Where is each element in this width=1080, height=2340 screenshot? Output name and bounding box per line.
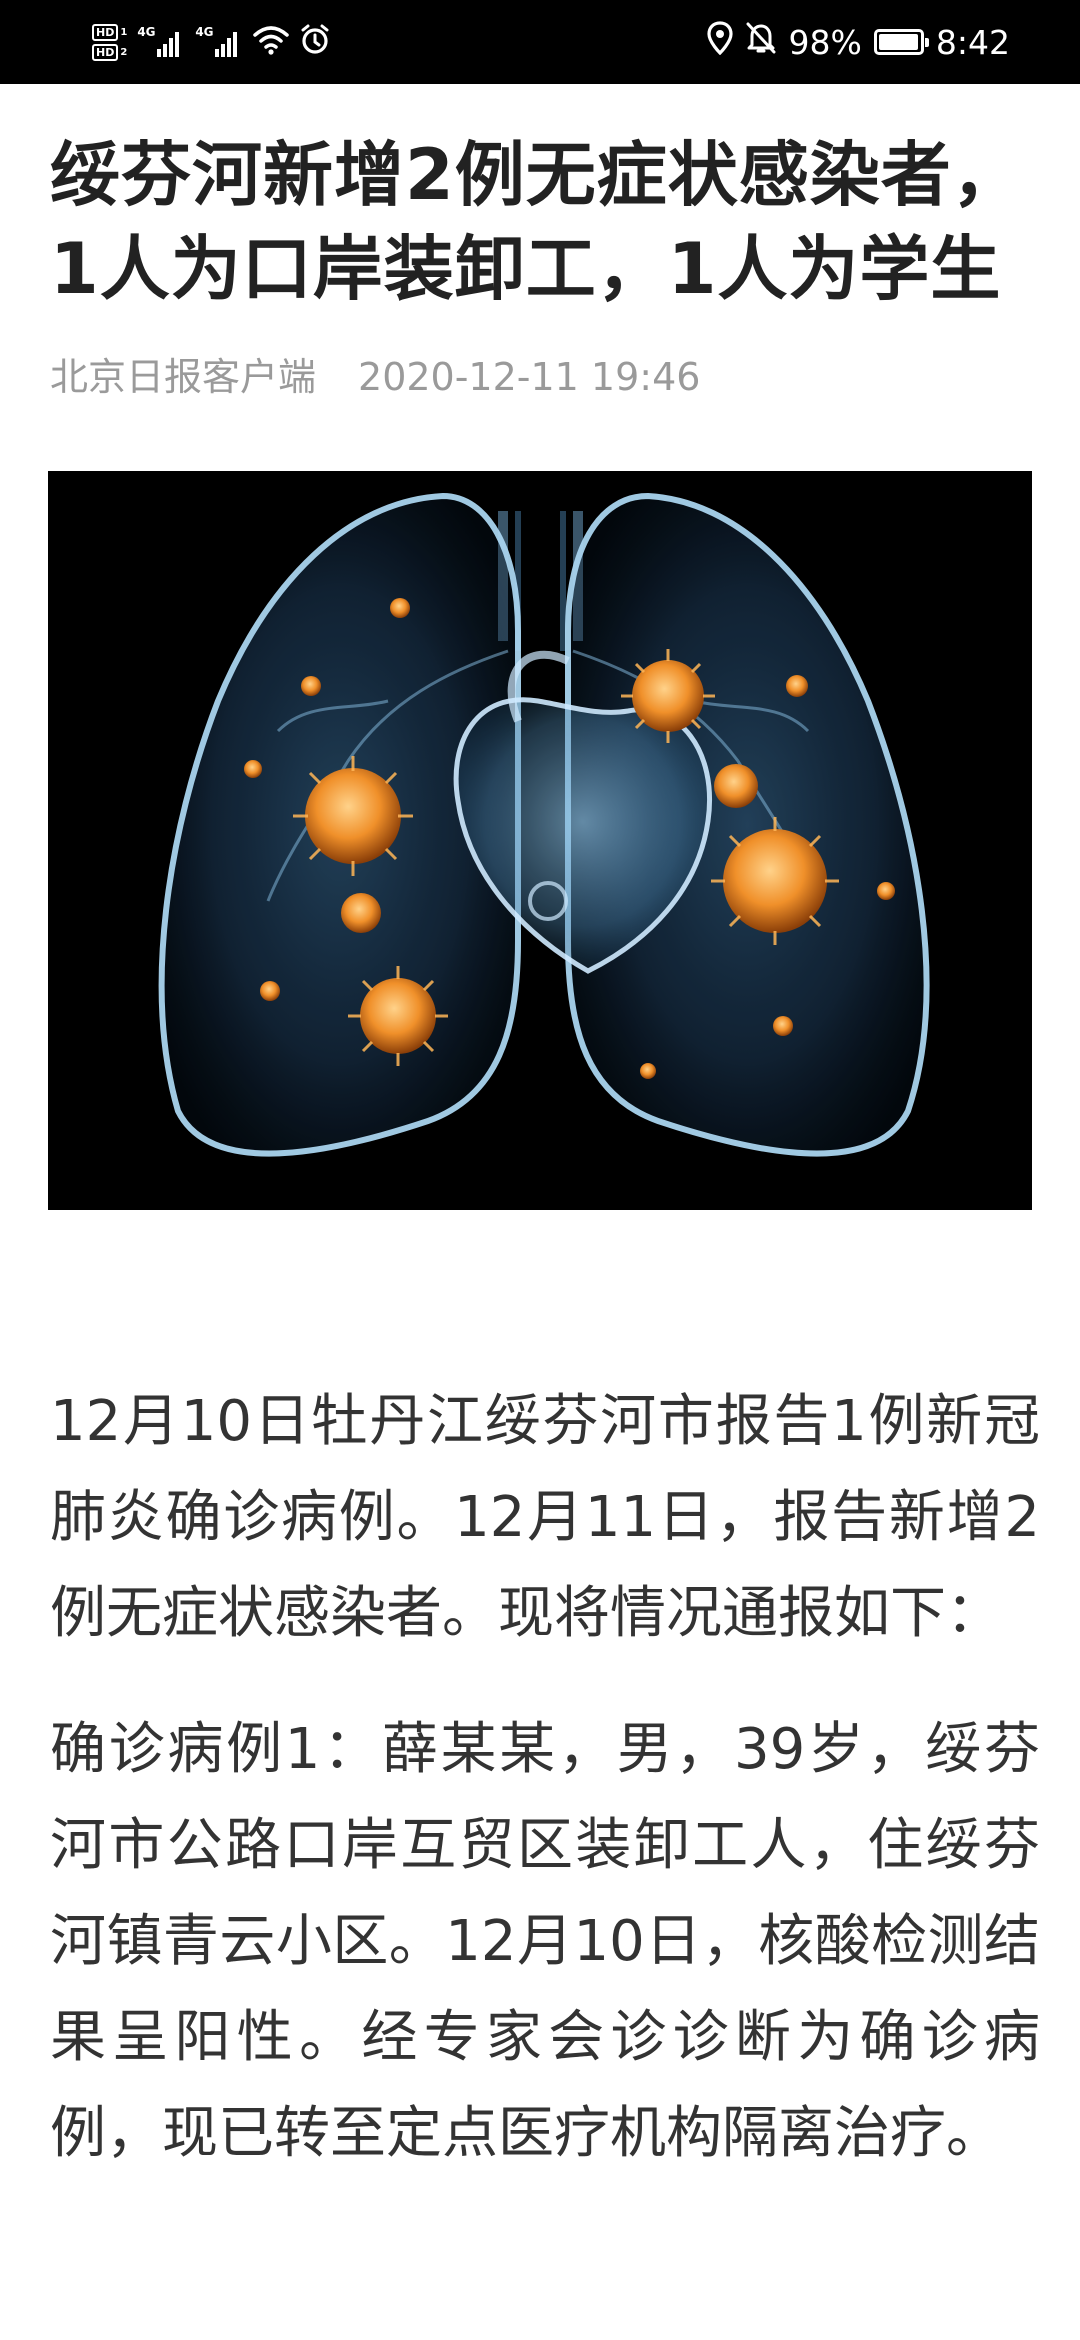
alarm-icon xyxy=(299,24,331,60)
battery-percent: 98% xyxy=(788,22,862,62)
article-title-line-1: 绥芬河新增2例无症状感染者， xyxy=(50,134,1023,216)
article-title: 绥芬河新增2例无症状感染者， 1人为口岸装卸工，1人为学生 xyxy=(50,128,1040,316)
hd-indicators: HD 1 HD 2 xyxy=(92,23,128,61)
article-meta: 北京日报客户端 2020-12-11 19:46 xyxy=(50,346,700,401)
battery-fill xyxy=(878,34,918,50)
lung-virus-illustration-icon xyxy=(48,471,1032,1210)
location-icon xyxy=(706,21,733,63)
battery-icon xyxy=(873,29,929,55)
wifi-icon xyxy=(253,25,290,59)
network-type-1: 4G xyxy=(137,25,156,39)
hd-label-2: HD xyxy=(92,43,119,61)
hd-slot-2: 2 xyxy=(120,46,128,58)
mute-icon xyxy=(745,21,777,63)
status-bar-left: HD 1 HD 2 4G 4G xyxy=(92,14,331,70)
clock-time: 8:42 xyxy=(935,22,1010,62)
hd-badge-1: HD 1 xyxy=(92,23,128,41)
article-date: 2020-12-11 19:46 xyxy=(358,355,701,399)
signal-icon: 4G xyxy=(137,25,185,57)
status-bar: HD 1 HD 2 4G 4G 98% 8:42 xyxy=(0,0,1080,84)
article-hero-image[interactable] xyxy=(48,471,1032,1210)
status-bar-right: 98% 8:42 xyxy=(706,14,1010,70)
article-source[interactable]: 北京日报客户端 xyxy=(50,355,316,399)
network-type-2: 4G xyxy=(195,25,214,39)
signal-icon-2: 4G xyxy=(195,25,243,57)
article-paragraph-1: 12月10日牡丹江绥芬河市报告1例新冠肺炎确诊病例。12月11日，报告新增2例无… xyxy=(50,1389,1040,1646)
article-body: 12月10日牡丹江绥芬河市报告1例新冠肺炎确诊病例。12月11日，报告新增2例无… xyxy=(50,1374,1040,2222)
hd-badge-2: HD 2 xyxy=(92,43,128,61)
article-title-line-2: 1人为口岸装卸工，1人为学生 xyxy=(50,228,1002,310)
hd-label-1: HD xyxy=(92,23,119,41)
article-paragraph-2: 确诊病例1：薛某某，男，39岁，绥芬河市公路口岸互贸区装卸工人，住绥芬河镇青云小… xyxy=(50,1717,1040,2166)
hd-slot-1: 1 xyxy=(120,26,128,38)
